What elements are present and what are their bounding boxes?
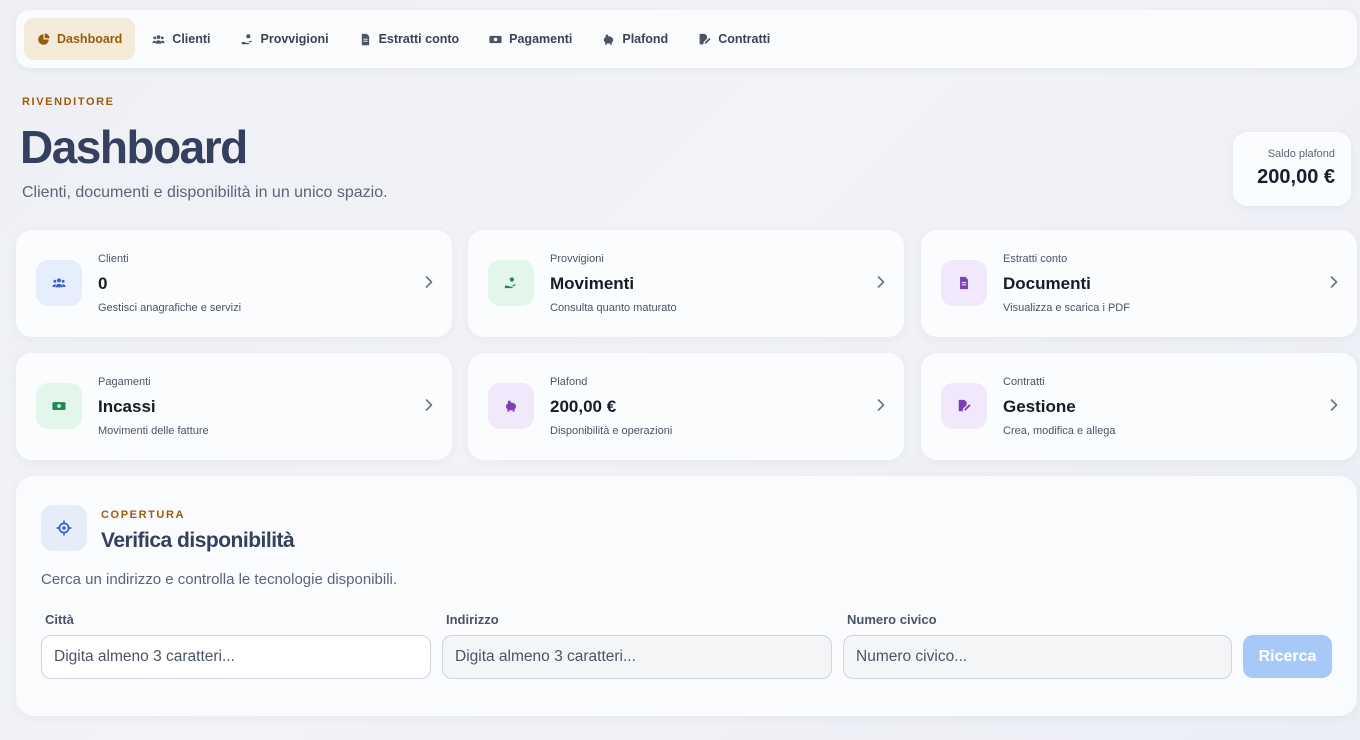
top-nav: Dashboard Clienti Provvigioni Estratti c…	[16, 10, 1357, 68]
nav-label: Provvigioni	[260, 32, 329, 46]
card-value: Movimenti	[550, 274, 635, 293]
address-input[interactable]	[442, 635, 832, 679]
card-label: Clienti	[98, 253, 129, 265]
panel-title: Verifica disponibilità	[101, 529, 295, 552]
nav-label: Dashboard	[57, 32, 123, 46]
card-label: Plafond	[550, 376, 588, 388]
card-desc: Gestisci anagrafiche e servizi	[98, 302, 242, 314]
chart-pie-icon	[38, 32, 50, 45]
file-invoice-icon	[960, 276, 968, 290]
card-provvigioni[interactable]: Provvigioni Movimenti Consulta quanto ma…	[468, 230, 904, 337]
nav-label: Pagamenti	[509, 32, 573, 46]
piggy-bank-icon	[505, 400, 517, 412]
nav-label: Plafond	[622, 32, 669, 46]
card-desc: Crea, modifica e allega	[1003, 425, 1116, 437]
saldo-plafond-box: Saldo plafond 200,00 €	[1233, 132, 1351, 206]
saldo-value: 200,00 €	[1257, 166, 1335, 188]
nav-item-contratti[interactable]: Contratti	[685, 18, 783, 60]
card-icon-box	[36, 383, 82, 429]
card-label: Estratti conto	[1003, 253, 1068, 265]
card-label: Provvigioni	[550, 253, 604, 265]
nav-label: Estratti conto	[378, 32, 460, 46]
nav-item-estratti-conto[interactable]: Estratti conto	[346, 18, 473, 60]
nav-label: Clienti	[172, 32, 211, 46]
chevron-right-icon	[877, 276, 885, 288]
nav-item-pagamenti[interactable]: Pagamenti	[476, 18, 585, 60]
card-value: Documenti	[1003, 274, 1091, 293]
panel-subtitle: Cerca un indirizzo e controlla le tecnol…	[41, 571, 398, 588]
money-bill-icon	[489, 35, 502, 43]
card-value: Incassi	[98, 397, 156, 416]
nav-item-dashboard[interactable]: Dashboard	[24, 18, 136, 60]
coverage-panel: COPERTURA Verifica disponibilità Cerca u…	[16, 476, 1357, 716]
users-icon	[52, 278, 66, 288]
city-label: Città	[45, 612, 74, 627]
card-desc: Visualizza e scarica i PDF	[1003, 302, 1130, 314]
number-label: Numero civico	[847, 612, 937, 627]
panel-icon-box	[41, 505, 87, 551]
card-icon-box	[488, 383, 534, 429]
card-pagamenti[interactable]: Pagamenti Incassi Movimenti delle fattur…	[16, 353, 452, 460]
card-desc: Disponibilità e operazioni	[550, 425, 673, 437]
search-button[interactable]: Ricerca	[1243, 635, 1332, 678]
panel-eyebrow: COPERTURA	[101, 509, 186, 521]
card-icon-box	[36, 260, 82, 306]
nav-item-provvigioni[interactable]: Provvigioni	[228, 18, 342, 60]
card-value: 0	[98, 274, 108, 293]
hand-coin-icon	[504, 277, 516, 289]
card-plafond[interactable]: Plafond 200,00 € Disponibilità e operazi…	[468, 353, 904, 460]
file-invoice-icon	[361, 33, 369, 45]
card-estratti-conto[interactable]: Estratti conto Documenti Visualizza e sc…	[921, 230, 1357, 337]
nav-item-plafond[interactable]: Plafond	[589, 18, 681, 60]
hand-coin-icon	[241, 33, 252, 44]
file-signature-icon	[699, 33, 711, 44]
city-input[interactable]	[41, 635, 431, 679]
card-icon-box	[941, 383, 987, 429]
card-icon-box	[941, 260, 987, 306]
card-label: Pagamenti	[98, 376, 151, 388]
nav-item-clienti[interactable]: Clienti	[139, 18, 223, 60]
crosshairs-icon	[56, 520, 72, 536]
chevron-right-icon	[1330, 276, 1338, 288]
nav-label: Contratti	[718, 32, 771, 46]
card-icon-box	[488, 260, 534, 306]
saldo-label: Saldo plafond	[1267, 148, 1335, 160]
card-label: Contratti	[1003, 376, 1045, 388]
page-subtitle: Clienti, documenti e disponibilità in un…	[22, 184, 388, 201]
chevron-right-icon	[425, 399, 433, 411]
chevron-right-icon	[425, 276, 433, 288]
section-eyebrow: RIVENDITORE	[22, 96, 115, 108]
page-title: Dashboard	[20, 121, 248, 173]
money-bill-icon	[52, 402, 66, 410]
card-value: Gestione	[1003, 397, 1076, 416]
card-value: 200,00 €	[550, 397, 617, 416]
card-desc: Consulta quanto maturato	[550, 302, 677, 314]
chevron-right-icon	[1330, 399, 1338, 411]
card-clienti[interactable]: Clienti 0 Gestisci anagrafiche e servizi	[16, 230, 452, 337]
users-icon	[152, 34, 165, 44]
file-signature-icon	[958, 399, 971, 412]
card-contratti[interactable]: Contratti Gestione Crea, modifica e alle…	[921, 353, 1357, 460]
piggy-bank-icon	[604, 34, 614, 45]
address-label: Indirizzo	[446, 612, 499, 627]
card-desc: Movimenti delle fatture	[98, 425, 209, 437]
chevron-right-icon	[877, 399, 885, 411]
street-number-input[interactable]	[843, 635, 1232, 679]
